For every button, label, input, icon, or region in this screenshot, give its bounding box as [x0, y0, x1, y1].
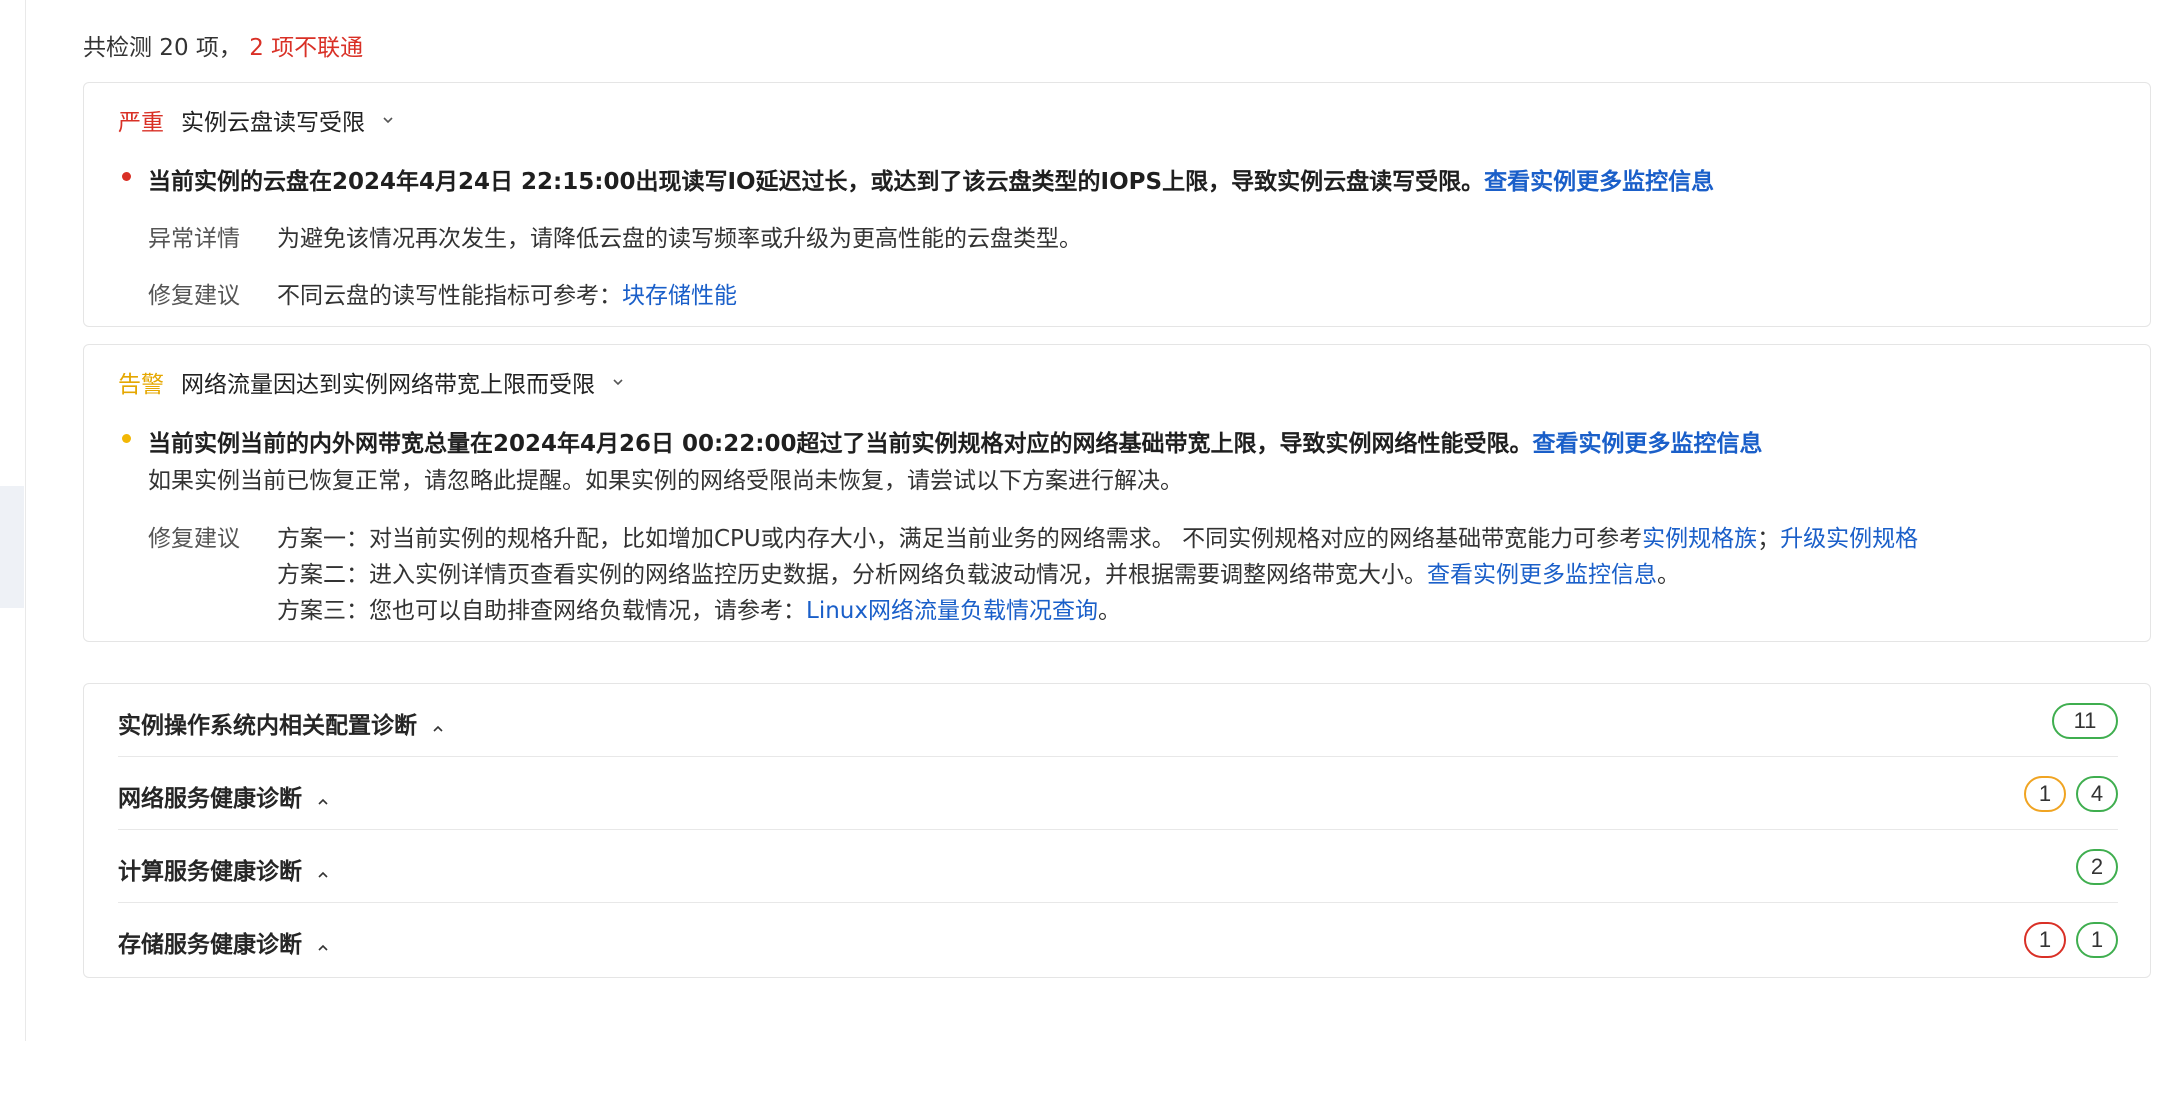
- plan-1-separator: ；: [1757, 526, 1781, 552]
- monitor-link[interactable]: 查看实例更多监控信息: [1484, 169, 1714, 195]
- count-badge-ok: 2: [2076, 849, 2118, 885]
- monitor-link[interactable]: 查看实例更多监控信息: [1532, 431, 1762, 457]
- plan-1-text: 方案一：对当前实例的规格升配，比如增加CPU或内存大小，满足当前业务的网络需求。…: [277, 526, 1643, 552]
- plan-1: 方案一：对当前实例的规格升配，比如增加CPU或内存大小，满足当前业务的网络需求。…: [277, 519, 1918, 553]
- alert-message: 当前实例的云盘在2024年4月24日 22:15:00出现读写IO延迟过长，或达…: [148, 162, 1714, 196]
- bullet-dot: [122, 434, 131, 443]
- instance-family-link[interactable]: 实例规格族: [1642, 526, 1757, 552]
- monitor-history-link[interactable]: 查看实例更多监控信息: [1427, 562, 1657, 588]
- alert-header[interactable]: 告警 网络流量因达到实例网络带宽上限而受限: [118, 365, 625, 399]
- chevron-up-icon[interactable]: [316, 935, 330, 951]
- count-badge-ok: 4: [2076, 776, 2118, 812]
- chevron-down-icon[interactable]: [611, 375, 625, 389]
- group-label-text: 网络服务健康诊断: [118, 786, 302, 812]
- plan-3-end: 。: [1097, 598, 1121, 624]
- upgrade-spec-link[interactable]: 升级实例规格: [1780, 526, 1918, 552]
- plan-2-text: 方案二：进入实例详情页查看实例的网络监控历史数据，分析网络负载波动情况，并根据需…: [277, 562, 1427, 588]
- summary-failed: 2 项不联通: [249, 35, 364, 61]
- group-label: 存储服务健康诊断: [118, 925, 330, 959]
- alert-card-critical: 严重 实例云盘读写受限 当前实例的云盘在2024年4月24日 22:15:00出…: [83, 82, 2151, 327]
- alert-message: 当前实例当前的内外网带宽总量在2024年4月26日 00:22:00超过了当前实…: [148, 424, 1762, 458]
- left-rail-tab[interactable]: [0, 486, 24, 608]
- alert-header[interactable]: 严重 实例云盘读写受限: [118, 103, 395, 137]
- chevron-up-icon[interactable]: [316, 862, 330, 878]
- summary-line: 共检测 20 项， 2 项不联通: [83, 28, 363, 62]
- alert-title: 网络流量因达到实例网络带宽上限而受限: [181, 372, 595, 398]
- group-label-text: 计算服务健康诊断: [118, 859, 302, 885]
- severity-label: 告警: [118, 372, 164, 398]
- count-badge-warning: 1: [2024, 776, 2066, 812]
- alert-card-warning: 告警 网络流量因达到实例网络带宽上限而受限 当前实例当前的内外网带宽总量在202…: [83, 344, 2151, 642]
- fix-key: 修复建议: [148, 526, 240, 552]
- badge-group: 2: [2076, 849, 2118, 885]
- plan-2-end: 。: [1657, 562, 1680, 588]
- count-badge-error: 1: [2024, 922, 2066, 958]
- alert-message-text: 当前实例当前的内外网带宽总量在2024年4月26日 00:22:00超过了当前实…: [148, 431, 1533, 457]
- left-rail: [0, 0, 26, 1041]
- group-label: 计算服务健康诊断: [118, 852, 330, 886]
- group-label: 实例操作系统内相关配置诊断: [118, 706, 445, 740]
- fix-text: 不同云盘的读写性能指标可参考：: [277, 283, 622, 309]
- group-row-compute[interactable]: 计算服务健康诊断 2: [118, 830, 2118, 903]
- plan-3: 方案三：您也可以自助排查网络负载情况，请参考：Linux网络流量负载情况查询。: [277, 591, 1121, 625]
- group-row-network[interactable]: 网络服务健康诊断 1 4: [118, 757, 2118, 830]
- count-badge-ok: 1: [2076, 922, 2118, 958]
- group-row-storage[interactable]: 存储服务健康诊断 1 1: [118, 903, 2118, 976]
- fix-value: 不同云盘的读写性能指标可参考：块存储性能: [277, 276, 737, 310]
- badge-group: 1 1: [2024, 922, 2118, 958]
- diagnosis-groups: 实例操作系统内相关配置诊断 11 网络服务健康诊断 1 4 计算服务健康诊断 2…: [83, 683, 2151, 978]
- severity-label: 严重: [118, 110, 164, 136]
- plan-3-text: 方案三：您也可以自助排查网络负载情况，请参考：: [277, 598, 806, 624]
- count-badge-ok: 11: [2052, 703, 2118, 739]
- detail-value: 为避免该情况再次发生，请降低云盘的读写频率或升级为更高性能的云盘类型。: [277, 226, 1082, 252]
- chevron-up-icon[interactable]: [316, 789, 330, 805]
- group-label-text: 实例操作系统内相关配置诊断: [118, 713, 417, 739]
- badge-group: 11: [2052, 703, 2118, 739]
- fix-key: 修复建议: [148, 283, 240, 309]
- chevron-down-icon[interactable]: [381, 113, 395, 127]
- alert-message-line2: 如果实例当前已恢复正常，请忽略此提醒。如果实例的网络受限尚未恢复，请尝试以下方案…: [148, 468, 1183, 494]
- group-row-os-config[interactable]: 实例操作系统内相关配置诊断 11: [118, 684, 2118, 757]
- alert-message-text: 当前实例的云盘在2024年4月24日 22:15:00出现读写IO延迟过长，或达…: [148, 169, 1485, 195]
- badge-group: 1 4: [2024, 776, 2118, 812]
- bullet-dot: [122, 172, 131, 181]
- diagnosis-panel: 共检测 20 项， 2 项不联通 严重 实例云盘读写受限 当前实例的云盘在202…: [26, 0, 2160, 1041]
- alert-title: 实例云盘读写受限: [181, 110, 365, 136]
- chevron-up-icon[interactable]: [431, 716, 445, 732]
- group-label-text: 存储服务健康诊断: [118, 932, 302, 958]
- plan-2: 方案二：进入实例详情页查看实例的网络监控历史数据，分析网络负载波动情况，并根据需…: [277, 555, 1680, 589]
- linux-traffic-link[interactable]: Linux网络流量负载情况查询: [806, 598, 1098, 624]
- block-storage-link[interactable]: 块存储性能: [622, 283, 737, 309]
- group-label: 网络服务健康诊断: [118, 779, 330, 813]
- detail-key: 异常详情: [148, 226, 240, 252]
- summary-total: 共检测 20 项，: [83, 35, 242, 61]
